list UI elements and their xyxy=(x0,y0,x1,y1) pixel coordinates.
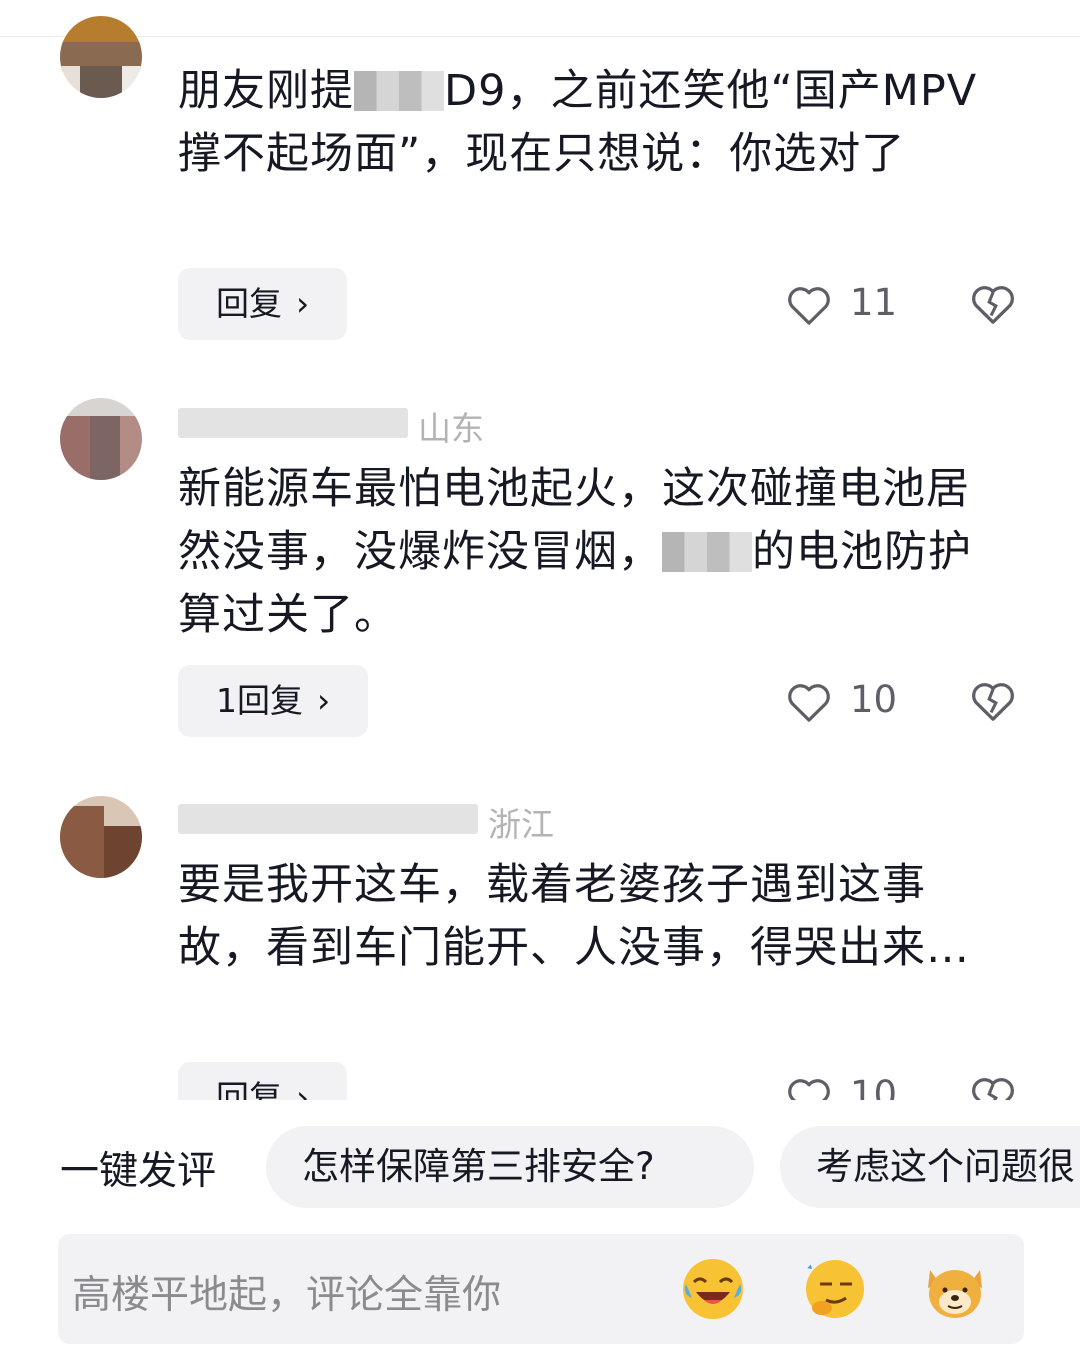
heart-outline-icon xyxy=(788,683,830,722)
redacted-mosaic xyxy=(662,532,752,572)
redacted-username xyxy=(178,804,478,834)
broken-heart-icon[interactable] xyxy=(970,1073,1016,1100)
comment-meta: 山东 xyxy=(178,402,518,448)
avatar[interactable] xyxy=(60,398,142,480)
chevron-right-icon: › xyxy=(296,284,310,323)
chevron-right-icon: › xyxy=(317,681,331,720)
reply-button[interactable]: 回复 › xyxy=(178,268,348,340)
comment-text: 要是我开这车，载着老婆孩子遇到这事故，看到车门能开、人没事，得哭出来… xyxy=(178,854,1008,980)
like-count: 10 xyxy=(850,678,898,721)
like-button[interactable]: 10 xyxy=(786,1070,897,1100)
like-count: 10 xyxy=(850,1073,898,1100)
quick-comment-chip[interactable]: 怎样保障第三排安全? xyxy=(266,1126,754,1208)
smirk-emoji[interactable] xyxy=(800,1256,866,1322)
comment-input-placeholder: 高楼平地起，评论全靠你 xyxy=(72,1273,502,1318)
heart-outline-icon xyxy=(788,1078,830,1100)
broken-heart-icon[interactable] xyxy=(970,678,1016,724)
reply-button[interactable]: 回复 › xyxy=(178,1062,348,1100)
reply-label: 回复 xyxy=(216,284,282,323)
reply-label: 回复 xyxy=(216,1078,282,1100)
heart-outline-icon xyxy=(788,286,830,325)
reply-button[interactable]: 1回复 › xyxy=(178,665,369,737)
quick-comment-chip[interactable]: 考虑这个问题很 xyxy=(780,1126,1080,1208)
reply-label: 1回复 xyxy=(216,681,303,720)
redacted-username xyxy=(178,408,408,438)
comment-text-part: 要是我开这车，载着老婆孩子遇到这事故，看到车门能开、人没事，得哭出来… xyxy=(178,860,970,973)
region-label: 浙江 xyxy=(488,805,554,844)
redacted-mosaic xyxy=(354,71,444,111)
comment-text-part: 朋友刚提 xyxy=(178,66,354,116)
comment-text: 新能源车最怕电池起火，这次碰撞电池居然没事，没爆炸没冒烟， 的电池防护算过关了。 xyxy=(178,458,1008,647)
like-count: 11 xyxy=(850,281,898,324)
comment-text: 朋友刚提 D9，之前还笑他“国产MPV 撑不起场面”，现在只想说：你选对了 xyxy=(178,60,1008,186)
avatar[interactable] xyxy=(60,16,142,98)
doge-emoji[interactable] xyxy=(922,1256,988,1322)
comment-meta: 浙江 xyxy=(178,798,598,844)
like-button[interactable]: 11 xyxy=(786,278,897,328)
region-label: 山东 xyxy=(418,409,484,448)
chevron-right-icon: › xyxy=(296,1078,310,1100)
quick-comment-bar: 一键发评 怎样保障第三排安全? 考虑这个问题很 xyxy=(0,1124,1080,1210)
comment-input[interactable]: 高楼平地起，评论全靠你 xyxy=(58,1234,1024,1344)
broken-heart-icon[interactable] xyxy=(970,281,1016,327)
laugh-cry-emoji[interactable] xyxy=(680,1256,746,1322)
comment-list[interactable]: 朋友刚提 D9，之前还笑他“国产MPV 撑不起场面”，现在只想说：你选对了 回复 ›… xyxy=(0,0,1080,1100)
like-button[interactable]: 10 xyxy=(786,675,897,725)
avatar[interactable] xyxy=(60,796,142,878)
quick-comment-label: 一键发评 xyxy=(60,1149,217,1194)
